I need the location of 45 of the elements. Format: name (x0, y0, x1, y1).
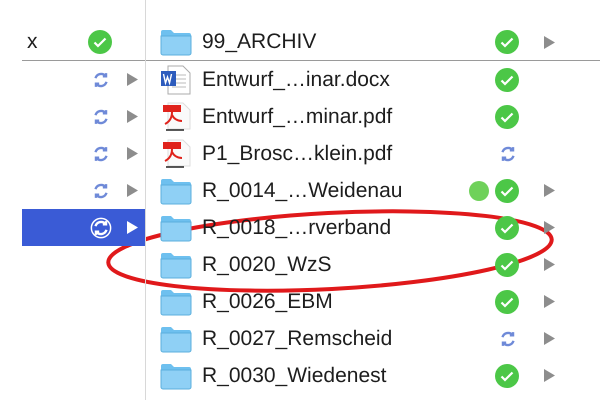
file-row[interactable]: R_0026_EBM (146, 283, 600, 320)
disclosure-arrow-icon[interactable] (127, 110, 138, 123)
file-row[interactable]: R_0018_…rverband (146, 209, 600, 246)
disclosure-arrow-icon[interactable] (544, 184, 555, 197)
folder-icon (160, 214, 192, 242)
folder-icon (160, 324, 192, 352)
file-row[interactable]: P1_Brosc…klein.pdf (146, 135, 600, 172)
file-row[interactable]: 99_ARCHIV (146, 24, 600, 61)
pdf-document-icon (160, 138, 192, 168)
disclosure-arrow-icon[interactable] (544, 369, 555, 382)
file-name[interactable]: R_0030_Wiedenest (202, 360, 386, 392)
file-name[interactable]: Entwurf_…inar.docx (202, 64, 390, 96)
disclosure-arrow-icon[interactable] (544, 258, 555, 271)
file-row[interactable]: R_0020_WzS (146, 246, 600, 283)
folder-row[interactable]: x (22, 24, 145, 61)
file-name[interactable]: P1_Brosc…klein.pdf (202, 138, 392, 170)
file-name[interactable]: R_0014_…Weidenau (202, 174, 402, 206)
folder-icon (160, 362, 192, 390)
pdf-document-icon (160, 102, 192, 132)
file-name[interactable]: 99_ARCHIV (202, 26, 316, 58)
folder-icon (160, 28, 192, 56)
folder-icon (160, 250, 192, 278)
disclosure-arrow-icon[interactable] (544, 36, 555, 48)
selected-folder-row[interactable] (22, 209, 145, 246)
file-name[interactable]: Entwurf_…minar.pdf (202, 100, 392, 132)
disclosure-arrow-icon[interactable] (127, 221, 138, 234)
file-row[interactable]: R_0030_Wiedenest (146, 357, 600, 394)
disclosure-arrow-icon[interactable] (544, 295, 555, 308)
file-name[interactable]: R_0027_Remscheid (202, 322, 392, 354)
disclosure-arrow-icon[interactable] (127, 73, 138, 86)
disclosure-arrow-icon[interactable] (544, 332, 555, 345)
folder-icon (160, 176, 192, 204)
file-name[interactable]: R_0026_EBM (202, 286, 333, 318)
file-name[interactable]: R_0020_WzS (202, 248, 332, 280)
file-row[interactable]: R_0014_…Weidenau (146, 172, 600, 209)
disclosure-arrow-icon[interactable] (544, 221, 555, 234)
disclosure-arrow-icon[interactable] (127, 184, 138, 197)
folder-icon (160, 288, 192, 316)
file-row[interactable]: Entwurf_…minar.pdf (146, 98, 600, 135)
word-document-icon (160, 64, 192, 94)
item-name: x (27, 29, 38, 56)
file-row[interactable]: Entwurf_…inar.docx (146, 61, 600, 98)
disclosure-arrow-icon[interactable] (127, 147, 138, 160)
file-row[interactable]: R_0027_Remscheid (146, 320, 600, 357)
file-name[interactable]: R_0018_…rverband (202, 212, 392, 244)
